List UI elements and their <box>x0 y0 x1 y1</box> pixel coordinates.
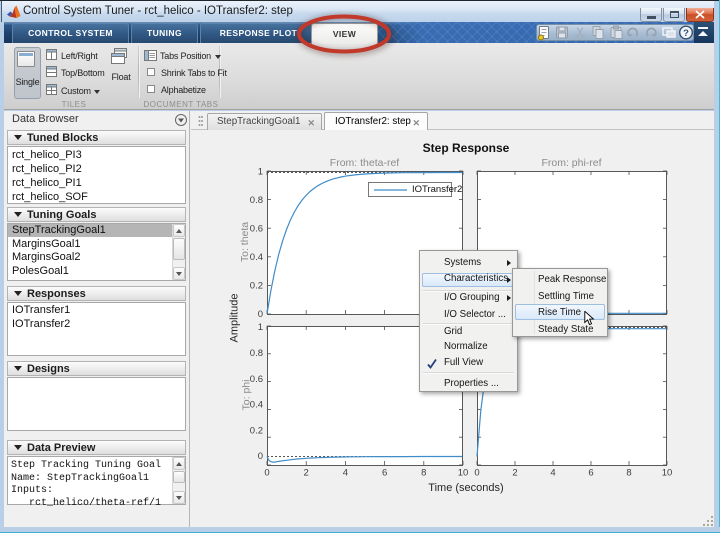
svg-text:0.2: 0.2 <box>250 281 263 292</box>
svg-text:4: 4 <box>343 468 348 479</box>
svg-text:0.8: 0.8 <box>250 195 263 206</box>
svg-text:0.2: 0.2 <box>250 426 263 437</box>
svg-text:8: 8 <box>626 468 631 479</box>
svg-text:10: 10 <box>458 468 469 479</box>
svg-text:0.6: 0.6 <box>250 374 263 385</box>
svg-text:2: 2 <box>512 468 517 479</box>
svg-text:0: 0 <box>258 451 263 462</box>
svg-text:0: 0 <box>258 309 263 320</box>
svg-text:1: 1 <box>258 322 263 333</box>
svg-text:0: 0 <box>264 468 269 479</box>
svg-text:10: 10 <box>662 468 673 479</box>
svg-text:0.6: 0.6 <box>250 224 263 235</box>
svg-text:0: 0 <box>474 468 479 479</box>
svg-text:6: 6 <box>588 468 593 479</box>
svg-text:0.4: 0.4 <box>250 400 263 411</box>
svg-text:0.4: 0.4 <box>250 252 263 263</box>
svg-text:6: 6 <box>382 468 387 479</box>
svg-text:2: 2 <box>304 468 309 479</box>
svg-text:4: 4 <box>550 468 555 479</box>
svg-text:0.8: 0.8 <box>250 348 263 359</box>
svg-text:8: 8 <box>421 468 426 479</box>
svg-text:1: 1 <box>258 167 263 178</box>
svg-text:?: ? <box>683 28 689 39</box>
